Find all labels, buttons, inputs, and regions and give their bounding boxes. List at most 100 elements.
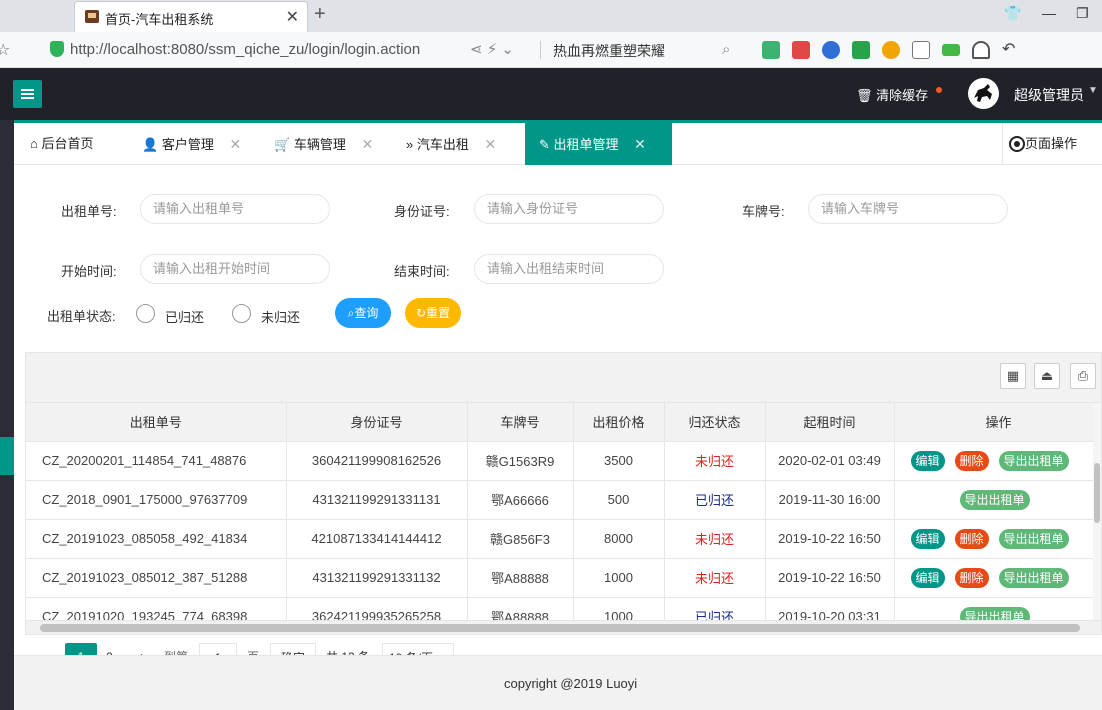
cell-start-time: 2020-02-01 03:49 bbox=[765, 441, 895, 481]
cell-price: 500 bbox=[573, 480, 665, 520]
cell-actions: 编辑 删除 导出出租单 bbox=[894, 519, 1101, 559]
reset-button-label: 重置 bbox=[426, 306, 451, 320]
share-icon[interactable]: ⋖ ⚡ ⌄ bbox=[470, 40, 514, 58]
menu-toggle-button[interactable] bbox=[13, 80, 42, 108]
search-icon[interactable]: ⌕ bbox=[722, 41, 730, 58]
export-order-button[interactable]: 导出出租单 bbox=[998, 528, 1069, 549]
cell-status: 未归还 bbox=[664, 558, 766, 598]
tab-home[interactable]: ⌂ 后台首页 bbox=[30, 123, 94, 165]
browser-tab-strip: 首页-汽车出租系统 ✕ + 👕 — ❐ bbox=[0, 0, 1102, 32]
restore-icon[interactable]: ❐ bbox=[1076, 5, 1089, 22]
cell-plate: 鄂A66666 bbox=[467, 480, 574, 520]
minimize-icon[interactable]: — bbox=[1042, 5, 1056, 21]
plate-input[interactable]: 请输入车牌号 bbox=[808, 194, 1008, 224]
col-order-no[interactable]: 出租单号 bbox=[26, 403, 287, 442]
end-time-label: 结束时间: bbox=[394, 264, 450, 279]
sidebar-active-item[interactable] bbox=[0, 437, 14, 475]
tab-customers[interactable]: 👤 客户管理 ✕ bbox=[142, 123, 241, 165]
scissors-icon[interactable] bbox=[792, 41, 810, 59]
edit-button[interactable]: 编辑 bbox=[910, 567, 945, 588]
admin-name[interactable]: 超级管理员 bbox=[1014, 85, 1084, 105]
cell-status: 未归还 bbox=[664, 441, 766, 481]
status-returned-radio[interactable] bbox=[136, 304, 155, 323]
table-row[interactable]: CZ_20200201_114854_741_48876 36042119990… bbox=[26, 441, 1101, 481]
search-hint-text[interactable]: 热血再燃重塑荣耀 bbox=[553, 41, 665, 61]
cell-price: 3500 bbox=[573, 441, 665, 481]
status-not-returned-radio[interactable] bbox=[232, 304, 251, 323]
tab-vehicles[interactable]: 🛒 车辆管理 ✕ bbox=[274, 123, 373, 165]
export-icon[interactable]: ⏏ bbox=[1034, 363, 1060, 389]
browser-toolbar: ↶ bbox=[762, 38, 1020, 62]
tab-rental[interactable]: » 汽车出租 ✕ bbox=[406, 123, 496, 165]
headphones-icon[interactable] bbox=[972, 41, 990, 59]
id-input[interactable]: 请输入身份证号 bbox=[474, 194, 664, 224]
reset-button[interactable]: ↻重置 bbox=[405, 298, 461, 328]
page-operations-button[interactable]: 页面操作 bbox=[1002, 123, 1102, 165]
table-row[interactable]: CZ_20191023_085058_492_41834 42108713341… bbox=[26, 519, 1101, 559]
table-row[interactable]: CZ_2018_0901_175000_97637709 43132119929… bbox=[26, 480, 1101, 520]
status-not-returned-label[interactable]: 未归还 bbox=[261, 307, 300, 326]
end-time-input[interactable]: 请输入出租结束时间 bbox=[474, 254, 664, 284]
cell-actions: 编辑 删除 导出出租单 bbox=[894, 558, 1101, 598]
money-icon[interactable] bbox=[882, 41, 900, 59]
status-returned-label[interactable]: 已归还 bbox=[165, 307, 204, 326]
app-header: 🗑 清除缓存 超级管理员 ▼ bbox=[0, 68, 1102, 120]
apps-grid-icon[interactable] bbox=[912, 41, 930, 59]
battery-icon[interactable] bbox=[942, 44, 960, 56]
close-icon[interactable]: ✕ bbox=[485, 136, 497, 152]
cell-actions: 编辑 删除 导出出租单 bbox=[894, 441, 1101, 481]
clear-cache-button[interactable]: 🗑 清除缓存 bbox=[856, 85, 928, 104]
delete-button[interactable]: 删除 bbox=[954, 450, 989, 471]
order-no-input[interactable]: 请输入出租单号 bbox=[140, 194, 330, 224]
main-content: 出租单号: 请输入出租单号 身份证号: 请输入身份证号 车牌号: 请输入车牌号 … bbox=[14, 165, 1102, 710]
close-icon[interactable]: ✕ bbox=[634, 136, 646, 152]
cell-order-no: CZ_20191023_085012_387_51288 bbox=[26, 558, 287, 598]
gamepad-icon[interactable] bbox=[852, 41, 870, 59]
start-time-input[interactable]: 请输入出租开始时间 bbox=[140, 254, 330, 284]
cell-plate: 赣G1563R9 bbox=[467, 441, 574, 481]
query-button[interactable]: ⌕查询 bbox=[335, 298, 391, 328]
export-order-button[interactable]: 导出出租单 bbox=[998, 567, 1069, 588]
favorite-star-icon[interactable]: ☆ bbox=[0, 40, 10, 60]
col-start-time[interactable]: 起租时间 bbox=[765, 403, 895, 442]
delete-button[interactable]: 删除 bbox=[954, 528, 989, 549]
browser-tab[interactable]: 首页-汽车出租系统 ✕ bbox=[74, 1, 308, 32]
magnifier-icon[interactable] bbox=[822, 41, 840, 59]
close-tab-icon[interactable]: ✕ bbox=[286, 7, 299, 27]
export-order-button[interactable]: 导出出租单 bbox=[959, 489, 1030, 510]
cell-price: 8000 bbox=[573, 519, 665, 559]
clear-cache-label: 清除缓存 bbox=[876, 88, 929, 103]
cell-status: 未归还 bbox=[664, 519, 766, 559]
cart-icon: 🛒 bbox=[274, 137, 291, 152]
cell-start-time: 2019-10-22 16:50 bbox=[765, 519, 895, 559]
new-tab-icon[interactable]: + bbox=[314, 3, 326, 26]
close-icon[interactable]: ✕ bbox=[361, 136, 373, 152]
vertical-scrollbar[interactable] bbox=[1093, 403, 1101, 622]
cell-order-no: CZ_20200201_114854_741_48876 bbox=[26, 441, 287, 481]
url-input[interactable]: http://localhost:8080/ssm_qiche_zu/login… bbox=[70, 41, 420, 58]
scroll-thumb[interactable] bbox=[40, 624, 1080, 632]
chevron-down-icon[interactable]: ▼ bbox=[1088, 85, 1098, 96]
tab-order-management[interactable]: ✎ 出租单管理 ✕ bbox=[525, 123, 672, 165]
delete-button[interactable]: 删除 bbox=[954, 567, 989, 588]
columns-icon[interactable]: ▦ bbox=[1000, 363, 1026, 389]
print-icon[interactable]: ⎙ bbox=[1070, 363, 1096, 389]
col-status[interactable]: 归还状态 bbox=[664, 403, 766, 442]
edit-button[interactable]: 编辑 bbox=[910, 450, 945, 471]
cell-actions: 导出出租单 bbox=[894, 480, 1101, 520]
close-icon[interactable]: ✕ bbox=[229, 136, 241, 152]
col-id[interactable]: 身份证号 bbox=[286, 403, 468, 442]
col-price[interactable]: 出租价格 bbox=[573, 403, 665, 442]
col-plate[interactable]: 车牌号 bbox=[467, 403, 574, 442]
scroll-thumb[interactable] bbox=[1094, 463, 1100, 523]
avatar[interactable] bbox=[968, 78, 999, 109]
table-row[interactable]: CZ_20191023_085012_387_51288 43132119929… bbox=[26, 558, 1101, 598]
export-order-button[interactable]: 导出出租单 bbox=[998, 450, 1069, 471]
undo-icon[interactable]: ↶ bbox=[1002, 41, 1020, 59]
horizontal-scrollbar[interactable] bbox=[26, 620, 1101, 634]
sidebar bbox=[0, 120, 14, 710]
edit-button[interactable]: 编辑 bbox=[910, 528, 945, 549]
skin-icon[interactable]: 👕 bbox=[1004, 5, 1021, 22]
secure-shield-icon bbox=[50, 41, 64, 57]
translate-icon[interactable] bbox=[762, 41, 780, 59]
